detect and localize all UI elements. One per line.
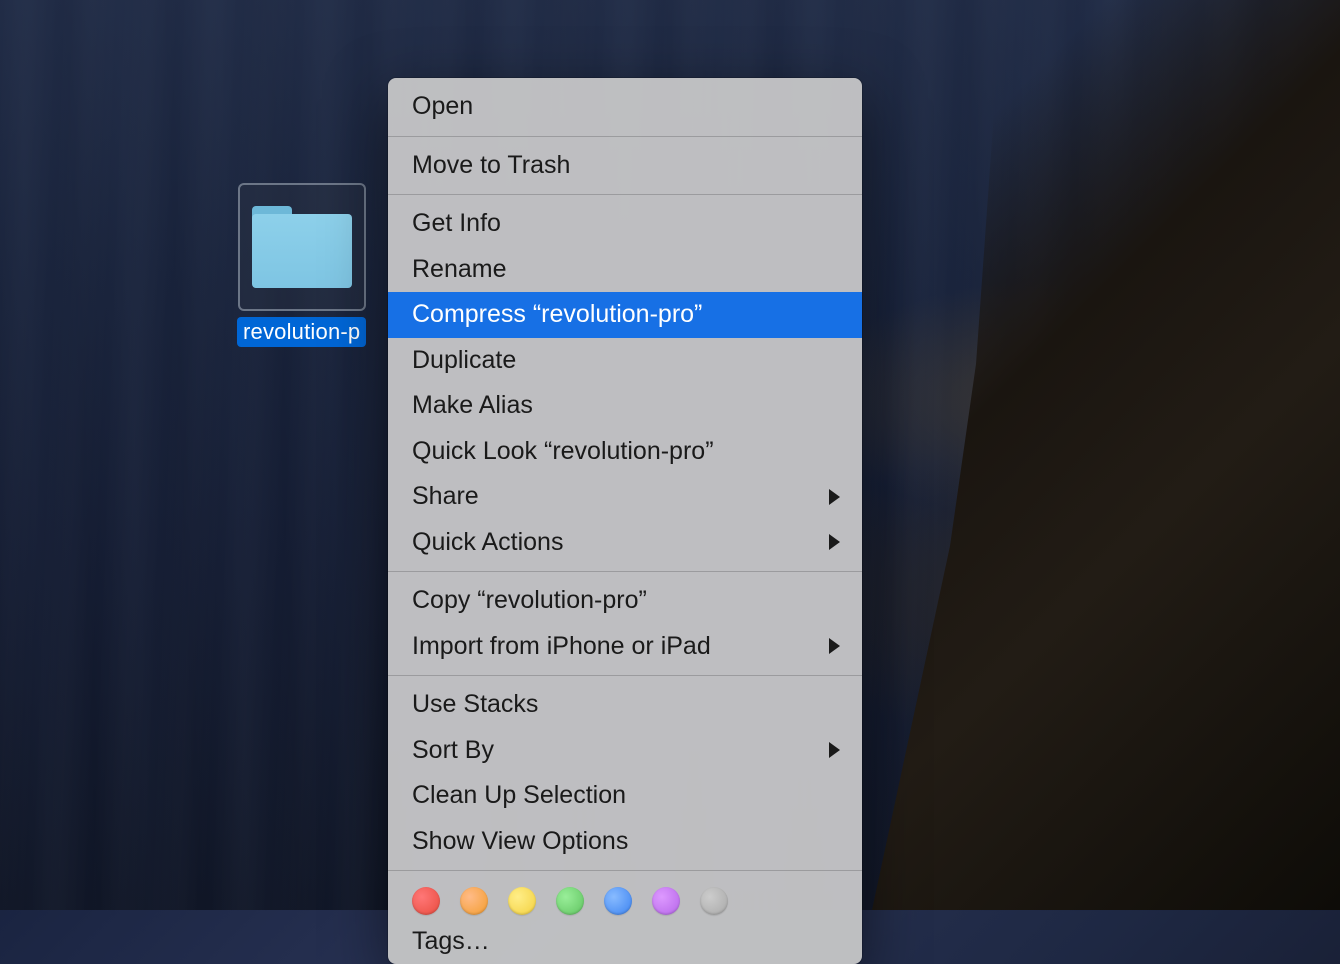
tag-gray[interactable] — [700, 887, 728, 915]
folder-label[interactable]: revolution-p — [237, 317, 366, 347]
menu-quick-look-label: Quick Look “revolution-pro” — [412, 433, 714, 471]
menu-quick-actions-label: Quick Actions — [412, 524, 563, 562]
menu-import-label: Import from iPhone or iPad — [412, 628, 711, 666]
menu-rename-label: Rename — [412, 251, 507, 289]
menu-make-alias-label: Make Alias — [412, 387, 533, 425]
menu-get-info-label: Get Info — [412, 205, 501, 243]
menu-quick-actions[interactable]: Quick Actions — [388, 520, 862, 566]
menu-copy[interactable]: Copy “revolution-pro” — [388, 578, 862, 624]
menu-sort-by[interactable]: Sort By — [388, 728, 862, 774]
menu-share[interactable]: Share — [388, 474, 862, 520]
menu-import[interactable]: Import from iPhone or iPad — [388, 624, 862, 670]
tag-yellow[interactable] — [508, 887, 536, 915]
menu-separator — [388, 194, 862, 195]
menu-compress[interactable]: Compress “revolution-pro” — [388, 292, 862, 338]
menu-view-options[interactable]: Show View Options — [388, 819, 862, 865]
menu-share-label: Share — [412, 478, 479, 516]
submenu-arrow-icon — [829, 638, 840, 654]
menu-move-to-trash[interactable]: Move to Trash — [388, 143, 862, 189]
tag-red[interactable] — [412, 887, 440, 915]
tag-purple[interactable] — [652, 887, 680, 915]
menu-separator — [388, 571, 862, 572]
menu-duplicate-label: Duplicate — [412, 342, 516, 380]
menu-get-info[interactable]: Get Info — [388, 201, 862, 247]
menu-clean-up-label: Clean Up Selection — [412, 777, 626, 815]
tags-section: Tags… — [388, 877, 862, 964]
menu-duplicate[interactable]: Duplicate — [388, 338, 862, 384]
menu-clean-up[interactable]: Clean Up Selection — [388, 773, 862, 819]
submenu-arrow-icon — [829, 534, 840, 550]
menu-rename[interactable]: Rename — [388, 247, 862, 293]
menu-open[interactable]: Open — [388, 84, 862, 130]
tag-blue[interactable] — [604, 887, 632, 915]
menu-separator — [388, 675, 862, 676]
tag-orange[interactable] — [460, 887, 488, 915]
menu-separator — [388, 870, 862, 871]
menu-tags[interactable]: Tags… — [412, 923, 838, 958]
menu-separator — [388, 136, 862, 137]
tag-green[interactable] — [556, 887, 584, 915]
menu-sort-by-label: Sort By — [412, 732, 494, 770]
folder-icon-container — [238, 183, 366, 311]
menu-make-alias[interactable]: Make Alias — [388, 383, 862, 429]
menu-open-label: Open — [412, 88, 473, 126]
menu-copy-label: Copy “revolution-pro” — [412, 582, 647, 620]
submenu-arrow-icon — [829, 489, 840, 505]
menu-compress-label: Compress “revolution-pro” — [412, 296, 702, 334]
menu-use-stacks-label: Use Stacks — [412, 686, 538, 724]
menu-use-stacks[interactable]: Use Stacks — [388, 682, 862, 728]
folder-body — [252, 214, 352, 288]
tag-colors-row — [412, 887, 838, 923]
menu-move-to-trash-label: Move to Trash — [412, 147, 570, 185]
menu-view-options-label: Show View Options — [412, 823, 628, 861]
desktop-folder[interactable]: revolution-p — [237, 183, 366, 347]
folder-icon — [252, 206, 352, 288]
menu-quick-look[interactable]: Quick Look “revolution-pro” — [388, 429, 862, 475]
submenu-arrow-icon — [829, 742, 840, 758]
context-menu[interactable]: Open Move to Trash Get Info Rename Compress … — [388, 78, 862, 964]
